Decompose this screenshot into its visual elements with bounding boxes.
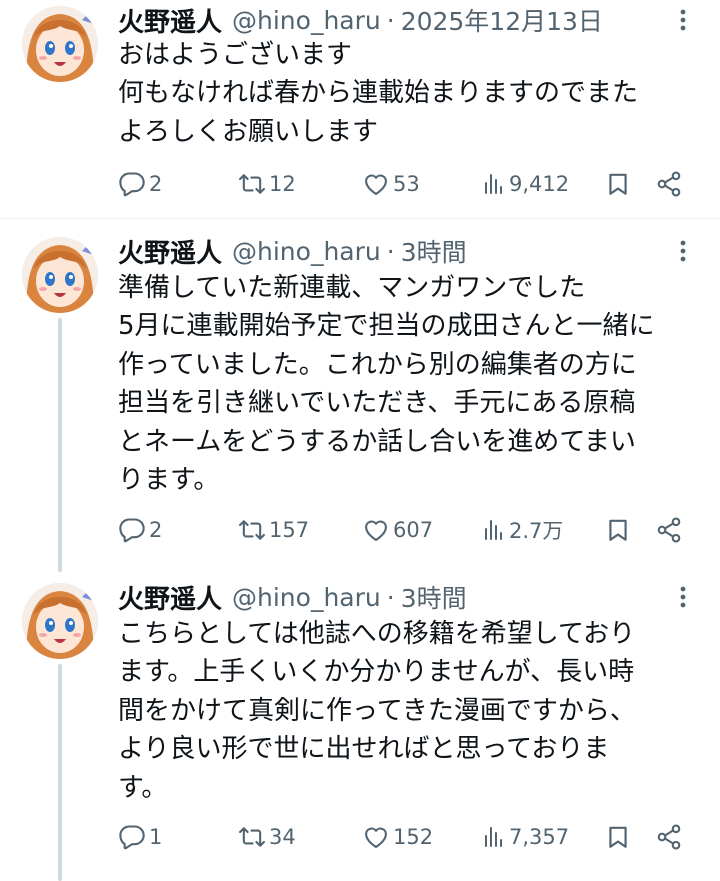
heart-icon bbox=[365, 827, 387, 848]
like-button[interactable]: 607 bbox=[362, 513, 433, 547]
share-icon bbox=[657, 824, 681, 850]
retweet-count: 157 bbox=[269, 518, 310, 542]
tweet-text-line: より良い形で世に出せればと思っておりま bbox=[118, 734, 610, 765]
reply-icon bbox=[119, 518, 145, 543]
bookmark-icon bbox=[609, 519, 627, 541]
action-bar: 1 34 152 7,357 bbox=[118, 820, 698, 854]
user-handle[interactable]: @hino_haru bbox=[232, 583, 381, 612]
display-name[interactable]: 火野遥人 bbox=[118, 233, 222, 270]
share-icon bbox=[657, 171, 681, 197]
views-count: 7,357 bbox=[509, 825, 570, 849]
views-icon bbox=[485, 520, 502, 540]
retweet-icon bbox=[239, 174, 265, 194]
bookmark-icon bbox=[609, 826, 627, 848]
tweet-text: 準備していた新連載、マンガワンでした 5月に連載開始予定で担当の成田さんと一緒に… bbox=[118, 269, 708, 499]
tweet-text-line: 作っていました。これから別の編集者の方に bbox=[118, 349, 637, 380]
like-button[interactable]: 53 bbox=[362, 167, 420, 201]
tweet[interactable]: 火野遥人 @hino_haru · 3時間 準備していた新連載、マンガワンでした… bbox=[0, 219, 720, 575]
tweet-text-line: こちらとしては他誌への移籍を希望しており bbox=[118, 619, 636, 649]
tweet-text-line: す。 bbox=[118, 772, 168, 803]
views-button[interactable]: 9,412 bbox=[482, 167, 569, 201]
views-icon bbox=[485, 827, 502, 847]
timeline: 火野遥人 @hino_haru · 2025年12月13日 おはようございます … bbox=[0, 0, 720, 881]
separator-dot: · bbox=[386, 5, 395, 35]
tweet-header: 火野遥人 @hino_haru · 2025年12月13日 bbox=[118, 2, 603, 38]
views-button[interactable]: 2.7万 bbox=[482, 513, 563, 547]
user-handle[interactable]: @hino_haru bbox=[232, 237, 381, 266]
reply-button[interactable]: 2 bbox=[118, 167, 162, 201]
views-count: 2.7万 bbox=[509, 519, 564, 543]
share-button[interactable] bbox=[655, 167, 683, 201]
reply-count: 2 bbox=[149, 172, 163, 196]
reply-button[interactable]: 1 bbox=[118, 820, 162, 854]
like-button[interactable]: 152 bbox=[362, 820, 433, 854]
bookmark-button[interactable] bbox=[605, 167, 631, 201]
avatar[interactable] bbox=[22, 237, 98, 313]
retweet-count: 12 bbox=[269, 172, 296, 196]
separator-dot: · bbox=[386, 236, 395, 266]
views-button[interactable]: 7,357 bbox=[482, 820, 569, 854]
more-button[interactable] bbox=[666, 2, 700, 38]
like-count: 152 bbox=[393, 825, 434, 849]
retweet-icon bbox=[239, 827, 265, 847]
timestamp[interactable]: 3時間 bbox=[401, 233, 467, 269]
tweet-text: こちらとしては他誌への移籍を希望しており ます。上手くいくか分かりませんが、長い… bbox=[118, 615, 708, 807]
more-icon bbox=[680, 586, 686, 608]
tweet-text-line: 5月に連載開始予定で担当の成田さんと一緒に bbox=[118, 311, 655, 342]
like-count: 607 bbox=[393, 518, 434, 542]
tweet-text-line: ります。 bbox=[118, 464, 220, 495]
share-icon bbox=[657, 517, 681, 543]
tweet-header: 火野遥人 @hino_haru · 3時間 bbox=[118, 579, 467, 615]
retweet-icon bbox=[239, 520, 265, 540]
display-name[interactable]: 火野遥人 bbox=[118, 579, 222, 616]
retweet-button[interactable]: 34 bbox=[238, 820, 296, 854]
reply-icon bbox=[119, 172, 145, 197]
timestamp[interactable]: 2025年12月13日 bbox=[401, 2, 603, 38]
heart-icon bbox=[365, 174, 387, 195]
user-handle[interactable]: @hino_haru bbox=[232, 6, 381, 35]
separator-dot: · bbox=[386, 582, 395, 612]
avatar[interactable] bbox=[22, 583, 98, 659]
action-bar: 2 12 53 9,412 bbox=[118, 167, 698, 201]
tweet-header: 火野遥人 @hino_haru · 3時間 bbox=[118, 233, 467, 269]
share-button[interactable] bbox=[655, 513, 683, 547]
reply-button[interactable]: 2 bbox=[118, 513, 162, 547]
more-icon bbox=[680, 9, 686, 31]
retweet-button[interactable]: 12 bbox=[238, 167, 296, 201]
retweet-count: 34 bbox=[269, 825, 296, 849]
tweet-text-line: 担当を引き継いでいただき、手元にある原稿 bbox=[118, 388, 636, 419]
reply-icon bbox=[119, 825, 145, 850]
more-icon bbox=[680, 240, 686, 262]
views-count: 9,412 bbox=[509, 172, 570, 196]
tweet-text-line: 準備していた新連載、マンガワンでした bbox=[118, 273, 586, 303]
tweet-text-line: 間をかけて真剣に作ってきた漫画ですから、 bbox=[118, 695, 636, 726]
reply-count: 2 bbox=[149, 518, 163, 542]
timestamp[interactable]: 3時間 bbox=[401, 579, 467, 615]
tweet-text: おはようございます 何もなければ春から連載始まりますのでまた よろしくお願いしま… bbox=[118, 36, 708, 151]
tweet-text-line: ます。上手くいくか分かりませんが、長い時 bbox=[118, 657, 635, 688]
more-button[interactable] bbox=[666, 579, 700, 615]
bookmark-button[interactable] bbox=[605, 820, 631, 854]
tweet-text-line: 何もなければ春から連載始まりますのでまた bbox=[118, 78, 639, 109]
tweet[interactable]: 火野遥人 @hino_haru · 2025年12月13日 おはようございます … bbox=[0, 0, 720, 218]
reply-count: 1 bbox=[149, 825, 163, 849]
bookmark-button[interactable] bbox=[605, 513, 631, 547]
avatar[interactable] bbox=[22, 6, 98, 82]
more-button[interactable] bbox=[666, 233, 700, 269]
display-name[interactable]: 火野遥人 bbox=[118, 2, 222, 39]
action-bar: 2 157 607 2.7万 bbox=[118, 513, 698, 547]
tweet-text-line: よろしくお願いします bbox=[118, 116, 379, 147]
tweet-text-line: おはようございます bbox=[118, 40, 353, 70]
share-button[interactable] bbox=[655, 820, 683, 854]
tweet[interactable]: 火野遥人 @hino_haru · 3時間 こちらとしては他誌への移籍を希望して… bbox=[0, 575, 720, 881]
heart-icon bbox=[365, 520, 387, 541]
tweet-text-line: とネームをどうするか話し合いを進めてまい bbox=[118, 426, 636, 457]
like-count: 53 bbox=[393, 172, 420, 196]
views-icon bbox=[485, 174, 502, 194]
bookmark-icon bbox=[609, 173, 627, 195]
retweet-button[interactable]: 157 bbox=[238, 513, 309, 547]
